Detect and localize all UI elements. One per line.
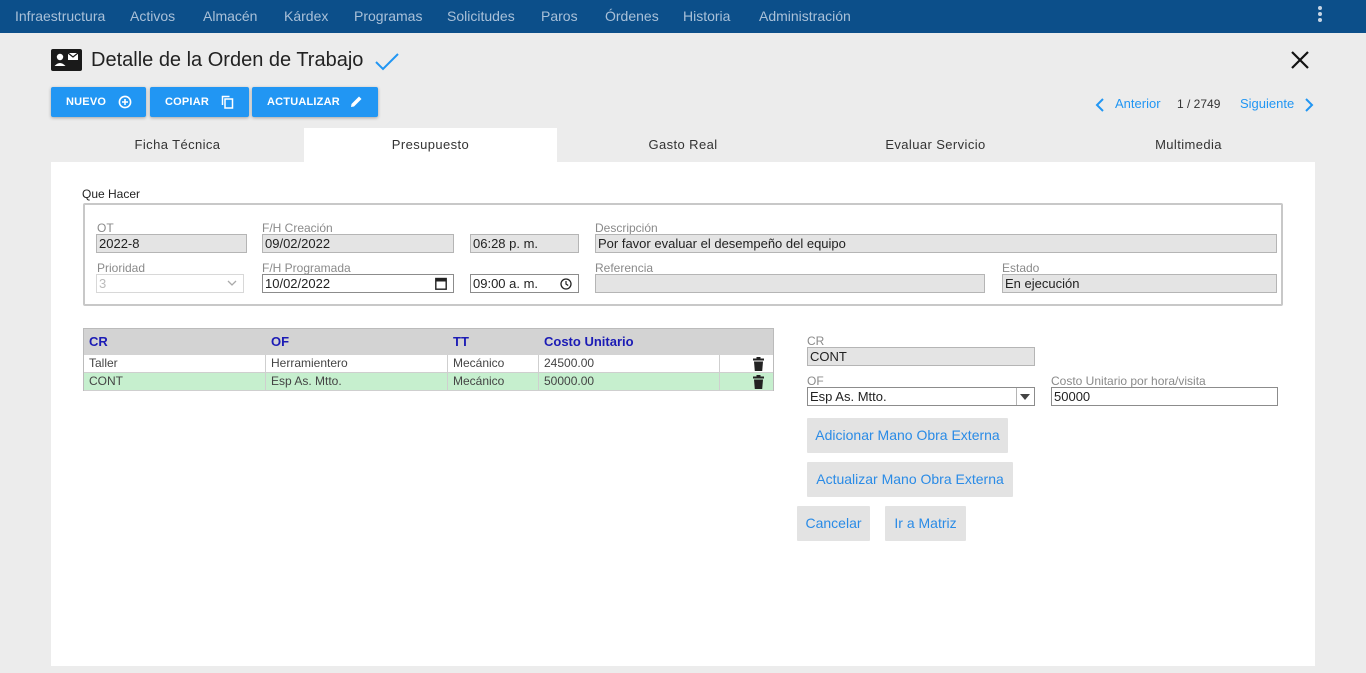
- nav-item-infraestructura[interactable]: Infraestructura: [15, 0, 105, 33]
- nav-item-paros[interactable]: Paros: [541, 0, 578, 33]
- new-button-label: NUEVO: [66, 96, 107, 108]
- column-header-tt[interactable]: TT: [448, 329, 469, 355]
- prioridad-label: Prioridad: [97, 261, 146, 275]
- que-hacer-fieldset: OT 2022-8 F/H Creación 09/02/2022 06:28 …: [83, 203, 1283, 306]
- cell-of: Esp As. Mtto.: [266, 373, 448, 391]
- prioridad-select[interactable]: 3: [96, 274, 244, 293]
- descripcion-label: Descripción: [595, 221, 658, 235]
- calendar-icon[interactable]: [435, 277, 447, 290]
- tab-evaluar-servicio[interactable]: Evaluar Servicio: [809, 128, 1062, 162]
- cancel-button[interactable]: Cancelar: [797, 506, 870, 541]
- nav-item-programas[interactable]: Programas: [354, 0, 422, 33]
- fh-programada-time-value: 09:00 a. m.: [473, 276, 539, 291]
- copy-icon: [221, 95, 234, 109]
- of-select-value: Esp As. Mtto.: [810, 389, 887, 404]
- nav-item-solicitudes[interactable]: Solicitudes: [447, 0, 515, 33]
- referencia-field[interactable]: [595, 274, 985, 293]
- copy-button-label: COPIAR: [165, 96, 209, 108]
- nav-item-historia[interactable]: Historia: [683, 0, 730, 33]
- top-nav: Infraestructura Activos Almacén Kárdex P…: [0, 0, 1366, 33]
- dropdown-arrow-icon: [1020, 394, 1030, 400]
- new-button[interactable]: NUEVO: [51, 87, 146, 117]
- mano-obra-grid: CR OF TT Costo Unitario Taller Herramien…: [83, 328, 774, 391]
- fh-programada-date-field[interactable]: 10/02/2022: [262, 274, 454, 293]
- cell-costo: 50000.00: [539, 373, 720, 391]
- cell-costo: 24500.00: [539, 355, 720, 373]
- tab-multimedia[interactable]: Multimedia: [1062, 128, 1315, 162]
- pencil-icon: [351, 96, 362, 107]
- check-icon: [375, 53, 399, 71]
- nav-item-ordenes[interactable]: Órdenes: [605, 0, 659, 33]
- close-icon[interactable]: [1289, 49, 1311, 71]
- next-link[interactable]: Siguiente: [1240, 96, 1294, 114]
- estado-field[interactable]: En ejecución: [1002, 274, 1277, 293]
- plus-circle-icon: [118, 95, 132, 109]
- add-labor-button[interactable]: Adicionar Mano Obra Externa: [807, 418, 1008, 453]
- costo-unitario-field[interactable]: 50000: [1051, 387, 1278, 406]
- ot-field[interactable]: 2022-8: [96, 234, 247, 253]
- cell-cr: Taller: [84, 355, 266, 373]
- prioridad-value: 3: [99, 276, 107, 291]
- clock-icon[interactable]: [560, 278, 572, 290]
- cell-of: Herramientero: [266, 355, 448, 373]
- ot-label: OT: [97, 221, 114, 235]
- page-title: Detalle de la Orden de Trabajo: [91, 49, 364, 71]
- fh-programada-time-field[interactable]: 09:00 a. m.: [470, 274, 579, 293]
- fh-programada-date-value: 10/02/2022: [265, 276, 331, 291]
- cell-cr: CONT: [84, 373, 266, 391]
- column-header-costo[interactable]: Costo Unitario: [539, 329, 634, 355]
- fh-creacion-label: F/H Creación: [262, 221, 333, 235]
- fh-creacion-time-field[interactable]: 06:28 p. m.: [470, 234, 579, 253]
- column-header-cr[interactable]: CR: [84, 329, 108, 355]
- tab-presupuesto[interactable]: Presupuesto: [304, 128, 557, 162]
- of-label: OF: [807, 374, 824, 388]
- trash-icon[interactable]: [753, 375, 764, 389]
- cell-tt: Mecánico: [448, 373, 539, 391]
- id-card-icon: [51, 49, 82, 71]
- table-row[interactable]: Taller Herramientero Mecánico 24500.00: [84, 355, 773, 373]
- column-header-of[interactable]: OF: [266, 329, 289, 355]
- descripcion-field[interactable]: Por favor evaluar el desempeño del equip…: [595, 234, 1277, 253]
- fh-creacion-date-field[interactable]: 09/02/2022: [262, 234, 454, 253]
- go-to-matrix-button[interactable]: Ir a Matriz: [885, 506, 966, 541]
- estado-label: Estado: [1002, 261, 1040, 275]
- tab-ficha-tecnica[interactable]: Ficha Técnica: [51, 128, 304, 162]
- of-select[interactable]: Esp As. Mtto.: [807, 387, 1035, 406]
- chevron-right-icon[interactable]: [1304, 97, 1314, 113]
- prev-link[interactable]: Anterior: [1115, 96, 1161, 114]
- copy-button[interactable]: COPIAR: [150, 87, 249, 117]
- update-button-label: ACTUALIZAR: [267, 96, 340, 108]
- main-panel: Ficha Técnica Presupuesto Gasto Real Eva…: [51, 128, 1315, 666]
- table-row[interactable]: CONT Esp As. Mtto. Mecánico 50000.00: [84, 373, 773, 391]
- costo-unitario-label: Costo Unitario por hora/visita: [1051, 374, 1206, 388]
- trash-icon[interactable]: [753, 357, 764, 371]
- grid-header: CR OF TT Costo Unitario: [84, 329, 773, 355]
- update-button[interactable]: ACTUALIZAR: [252, 87, 378, 117]
- nav-item-almacen[interactable]: Almacén: [203, 0, 257, 33]
- record-position: 1 / 2749: [1177, 97, 1221, 111]
- chevron-down-icon: [227, 280, 237, 286]
- nav-item-administracion[interactable]: Administración: [759, 0, 851, 33]
- tab-gasto-real[interactable]: Gasto Real: [557, 128, 809, 162]
- fh-programada-label: F/H Programada: [262, 261, 351, 275]
- update-labor-button[interactable]: Actualizar Mano Obra Externa: [807, 462, 1013, 497]
- chevron-left-icon[interactable]: [1095, 97, 1105, 113]
- tab-bar: Ficha Técnica Presupuesto Gasto Real Eva…: [51, 128, 1315, 162]
- nav-item-activos[interactable]: Activos: [130, 0, 175, 33]
- cell-tt: Mecánico: [448, 355, 539, 373]
- referencia-label: Referencia: [595, 261, 654, 275]
- nav-item-kardex[interactable]: Kárdex: [284, 0, 328, 33]
- section-label-que-hacer: Que Hacer: [82, 187, 141, 201]
- cr-label: CR: [807, 334, 825, 348]
- more-vert-icon[interactable]: [1316, 5, 1324, 25]
- cr-field[interactable]: CONT: [807, 347, 1035, 366]
